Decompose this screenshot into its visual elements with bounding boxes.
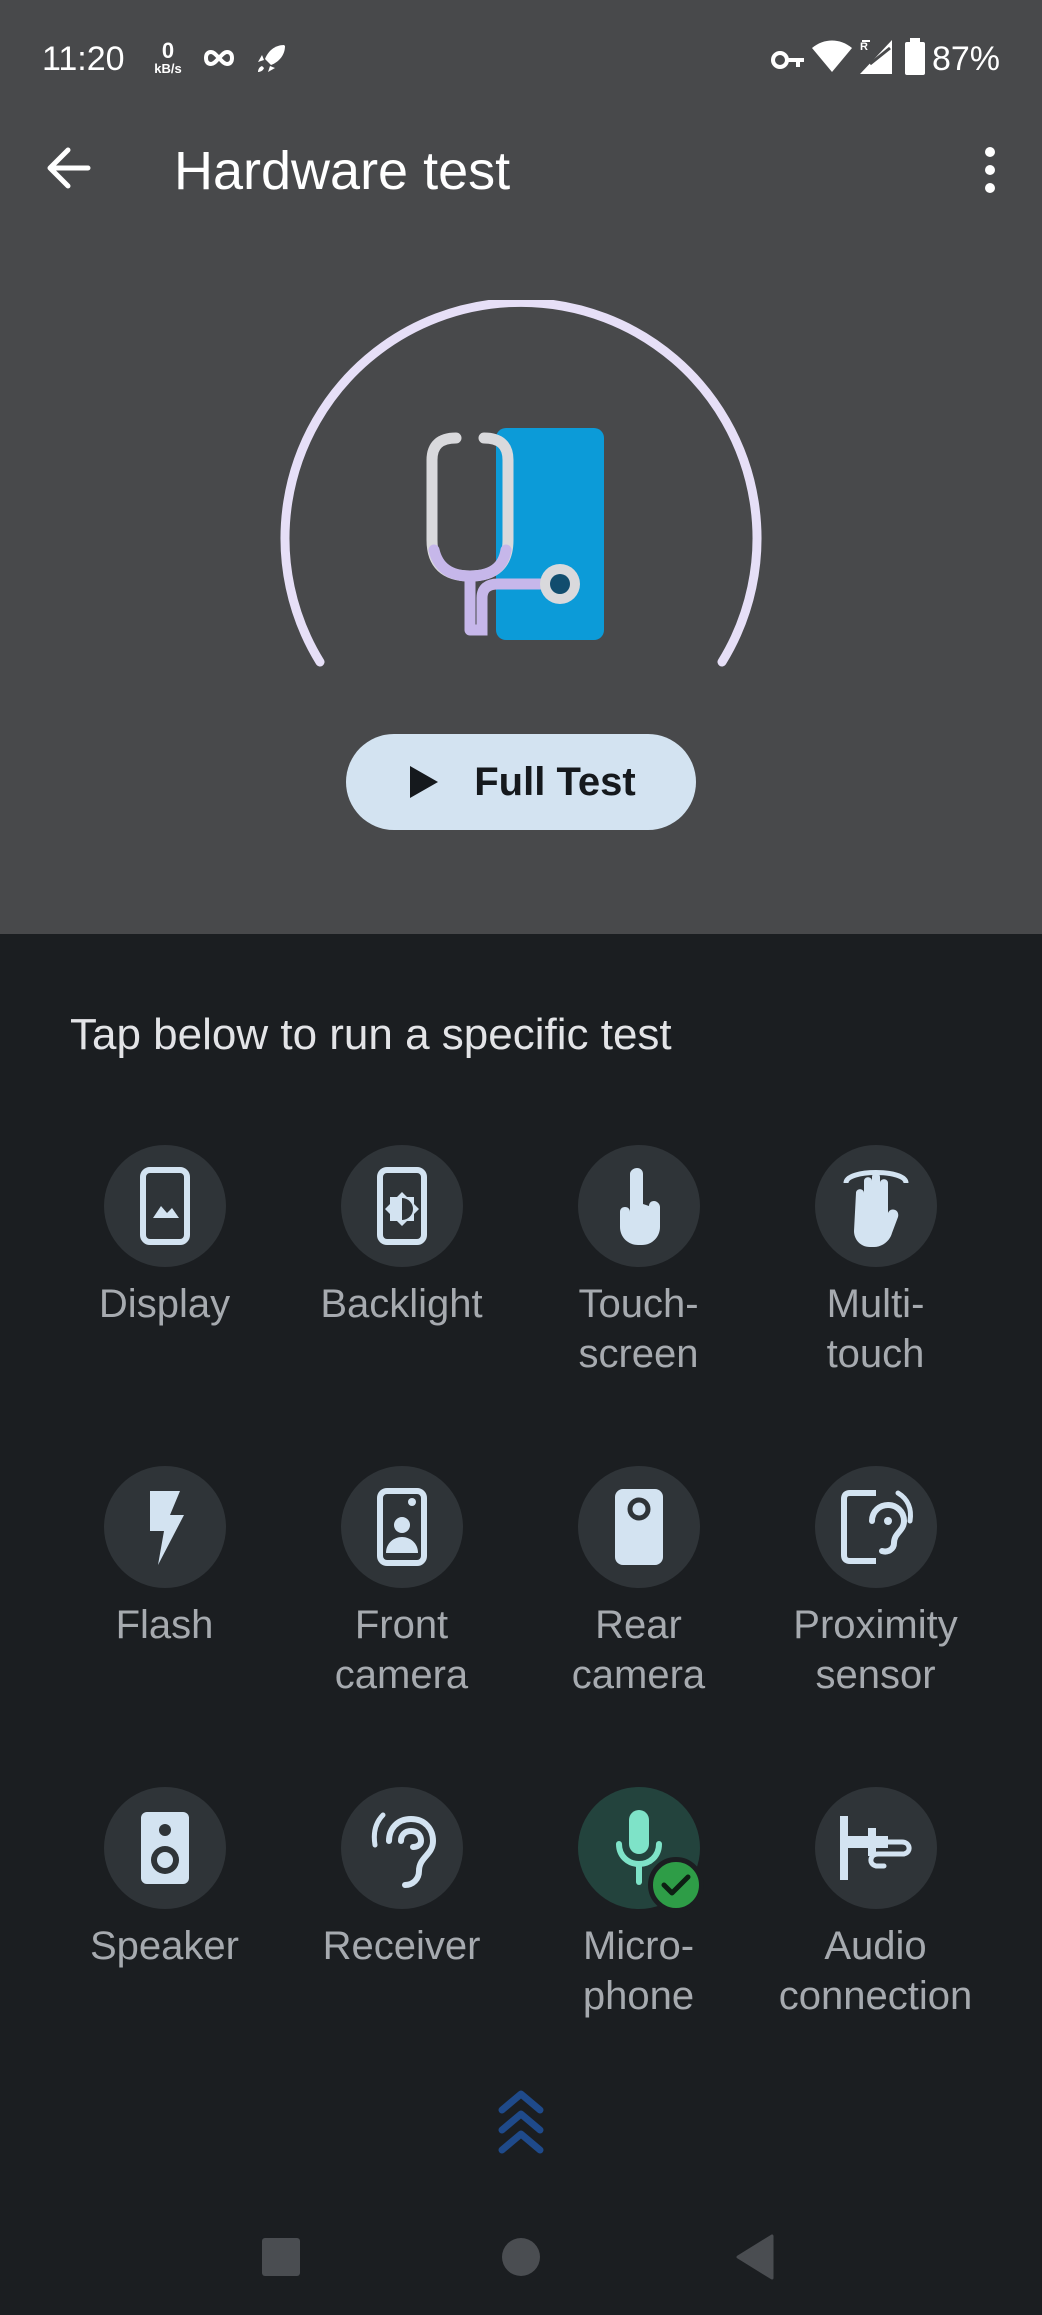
test-icon-circle bbox=[814, 1145, 937, 1267]
test-label: Display bbox=[98, 1282, 231, 1326]
test-label: Front bbox=[354, 1603, 449, 1647]
status-time: 11:20 bbox=[42, 40, 125, 78]
full-test-button[interactable]: Full Test bbox=[346, 734, 696, 830]
test-tile-flash[interactable]: Flash bbox=[46, 1466, 283, 1650]
hardware-test-illustration bbox=[280, 300, 762, 667]
test-tile-multitouch[interactable]: Multi- touch bbox=[757, 1145, 994, 1379]
rocket-icon bbox=[258, 45, 285, 72]
speaker-icon bbox=[140, 1812, 189, 1884]
section-subtitle: Tap below to run a specific test bbox=[70, 1010, 672, 1059]
status-bar: 11:20 0 kB/s R 87% bbox=[0, 0, 1042, 120]
test-tile-audio-connection[interactable]: Audio connection bbox=[757, 1787, 994, 2021]
test-tile-touchscreen[interactable]: Touch- screen bbox=[520, 1145, 757, 1379]
test-icon-circle bbox=[340, 1466, 463, 1588]
test-label: Flash bbox=[115, 1603, 214, 1647]
display-icon bbox=[139, 1167, 190, 1245]
expand-up-icon[interactable] bbox=[496, 2088, 546, 2158]
test-icon-circle bbox=[103, 1466, 226, 1588]
test-tile-receiver[interactable]: Receiver bbox=[283, 1787, 520, 1971]
test-label: Rear bbox=[595, 1603, 682, 1647]
rear-camera-icon bbox=[614, 1489, 663, 1565]
test-tile-display[interactable]: Display bbox=[46, 1145, 283, 1329]
test-label-line2: connection bbox=[778, 1974, 973, 2018]
test-tile-proximity[interactable]: Proximity sensor bbox=[757, 1466, 994, 1700]
test-label: Micro- bbox=[582, 1924, 695, 1968]
proximity-icon bbox=[840, 1490, 913, 1564]
front-camera-icon bbox=[376, 1488, 427, 1566]
test-label-line2: touch bbox=[826, 1332, 925, 1376]
nav-recents-button[interactable] bbox=[262, 2238, 300, 2276]
test-icon-circle bbox=[103, 1787, 226, 1909]
test-icon-circle bbox=[577, 1466, 700, 1588]
test-label: Speaker bbox=[90, 1924, 239, 1968]
test-label: Audio bbox=[824, 1924, 927, 1968]
vpn-key-icon bbox=[771, 51, 804, 69]
test-label-line2: sensor bbox=[815, 1653, 936, 1697]
test-icon-circle bbox=[340, 1787, 463, 1909]
full-test-label: Full Test bbox=[474, 759, 636, 804]
multi-touch-icon bbox=[843, 1170, 908, 1247]
page-title: Hardware test bbox=[174, 141, 511, 201]
test-label: Touch- bbox=[578, 1282, 699, 1326]
ear-icon bbox=[371, 1812, 436, 1888]
test-label-line2: camera bbox=[571, 1653, 706, 1697]
test-icon-circle bbox=[814, 1466, 937, 1588]
test-tile-backlight[interactable]: Backlight bbox=[283, 1145, 520, 1329]
nav-home-button[interactable] bbox=[502, 2238, 540, 2276]
backlight-icon bbox=[376, 1167, 427, 1245]
net-speed: 0 kB/s bbox=[150, 38, 186, 76]
test-icon-circle bbox=[577, 1787, 704, 1913]
arrow-back-icon[interactable] bbox=[38, 138, 98, 198]
net-speed-unit: kB/s bbox=[154, 61, 182, 76]
audio-jack-icon bbox=[839, 1816, 911, 1880]
test-label: Receiver bbox=[322, 1924, 481, 1968]
test-icon-circle bbox=[577, 1145, 700, 1267]
passed-check-icon bbox=[647, 1857, 704, 1913]
test-label-line2: screen bbox=[578, 1332, 699, 1376]
test-icon-circle bbox=[814, 1787, 937, 1909]
svg-text:R: R bbox=[860, 41, 868, 53]
flash-icon bbox=[149, 1491, 184, 1565]
test-icon-circle bbox=[340, 1145, 463, 1267]
test-label-line2: camera bbox=[334, 1653, 469, 1697]
test-tile-speaker[interactable]: Speaker bbox=[46, 1787, 283, 1971]
test-label: Backlight bbox=[320, 1282, 483, 1326]
battery-icon bbox=[905, 38, 925, 75]
net-speed-value: 0 bbox=[161, 38, 175, 63]
test-tile-microphone[interactable]: Micro- phone bbox=[520, 1787, 757, 2021]
test-label-line2: phone bbox=[582, 1974, 695, 2018]
test-tile-front-camera[interactable]: Front camera bbox=[283, 1466, 520, 1700]
test-icon-circle bbox=[103, 1145, 226, 1267]
test-label: Proximity bbox=[793, 1603, 958, 1647]
touch-icon bbox=[619, 1168, 660, 1245]
wifi-icon bbox=[812, 40, 852, 72]
test-tile-rear-camera[interactable]: Rear camera bbox=[520, 1466, 757, 1700]
more-vert-icon[interactable] bbox=[970, 140, 1010, 200]
signal-icon: R bbox=[860, 40, 892, 74]
nav-back-button[interactable] bbox=[736, 2234, 776, 2280]
play-icon bbox=[410, 766, 439, 798]
test-label: Multi- bbox=[826, 1282, 925, 1326]
battery-percent: 87% bbox=[931, 40, 1000, 78]
infinity-icon bbox=[203, 49, 235, 67]
